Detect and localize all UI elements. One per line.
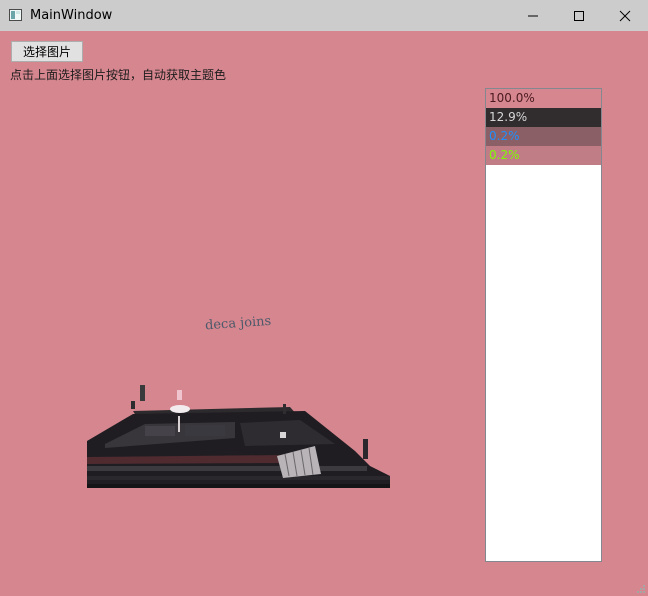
theme-color-list[interactable]: 100.0% 12.9% 0.2% 0.2% [485,88,602,562]
resize-grip-icon[interactable] [636,584,646,594]
main-content: 选择图片 点击上面选择图片按钮，自动获取主题色 deca joins 100.0… [0,31,648,596]
title-bar[interactable]: MainWindow [0,0,648,31]
color-item-4[interactable]: 0.2% [486,146,601,165]
close-button[interactable] [602,0,648,31]
maximize-icon [574,10,584,21]
color-item-label: 0.2% [489,129,520,143]
color-item-1[interactable]: 100.0% [486,89,601,108]
hint-text: 点击上面选择图片按钮，自动获取主题色 [10,68,227,82]
maximize-button[interactable] [556,0,602,31]
color-item-label: 0.2% [489,148,520,162]
image-handwriting: deca joins [205,314,272,334]
select-image-button[interactable]: 选择图片 [11,41,83,62]
app-window-icon [9,9,22,21]
color-item-label: 100.0% [489,91,535,105]
color-item-3[interactable]: 0.2% [486,127,601,146]
window-title: MainWindow [30,8,113,23]
minimize-icon [528,15,538,16]
color-item-2[interactable]: 12.9% [486,108,601,127]
close-icon [619,10,631,21]
photo-preview: deca joins [87,314,390,488]
minimize-button[interactable] [510,0,556,31]
color-item-label: 12.9% [489,110,528,124]
